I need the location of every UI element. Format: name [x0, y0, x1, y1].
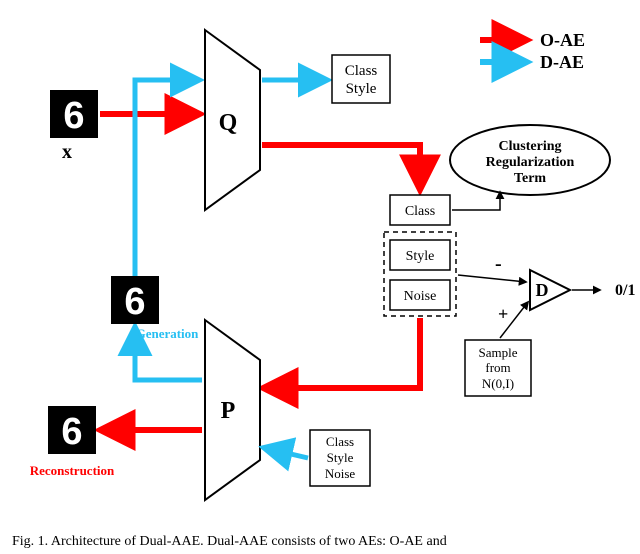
latent-style: Style	[406, 249, 435, 264]
input-label-x: x	[62, 141, 72, 163]
sample-l1: Sample	[479, 345, 518, 360]
cluster-line1: Clustering	[499, 139, 562, 154]
svg-text:6: 6	[63, 95, 84, 137]
svg-text:6: 6	[61, 411, 82, 453]
cluster-term-oval: Clustering Regularization Term	[450, 125, 610, 195]
input-image-x: 6	[50, 90, 98, 138]
arrow-neg-to-D	[458, 275, 526, 282]
discriminator-D: D	[530, 270, 570, 310]
figure-caption: Fig. 1. Architecture of Dual-AAE. Dual-A…	[12, 534, 447, 550]
arrow-Q-to-latent	[262, 145, 420, 188]
reconstruction-image: 6	[48, 406, 96, 454]
D-label: D	[536, 280, 549, 300]
sample-l2: from	[485, 360, 510, 375]
P-label: P	[221, 398, 236, 424]
p-in-l2: Style	[327, 450, 354, 465]
latent-noise: Noise	[404, 289, 437, 304]
sample-box: Sample from N(0,I)	[465, 340, 531, 396]
legend-dae-label: D-AE	[540, 52, 584, 72]
q-out-top-line1: Class	[345, 63, 378, 79]
p-in-l3: Noise	[325, 466, 356, 481]
Q-label: Q	[219, 110, 238, 136]
p-input-bottom-box: Class Style Noise	[310, 430, 370, 486]
latent-stack: Class Style Noise	[384, 195, 456, 316]
D-output: 0/1	[615, 282, 635, 299]
pos-sign: +	[498, 304, 508, 324]
decoder-P: P	[205, 320, 260, 500]
sample-l3: N(0,I)	[482, 376, 514, 391]
reconstruction-label: Reconstruction	[30, 463, 115, 478]
svg-text:6: 6	[124, 281, 145, 323]
generation-image: 6	[111, 276, 159, 324]
legend: O-AE D-AE	[480, 30, 585, 72]
legend-oae-label: O-AE	[540, 30, 585, 50]
q-out-top-line2: Style	[346, 81, 377, 97]
q-output-top-box: Class Style	[332, 55, 390, 103]
cluster-line2: Regularization	[486, 155, 575, 170]
latent-class: Class	[405, 204, 435, 219]
generation-label: Generation	[136, 326, 200, 341]
arrow-class-to-cluster	[452, 192, 500, 210]
encoder-Q: Q	[205, 30, 260, 210]
arrow-pbox-to-P	[265, 448, 308, 458]
neg-sign: -	[495, 253, 502, 275]
p-in-l1: Class	[326, 434, 354, 449]
cluster-line3: Term	[514, 171, 546, 186]
arrow-latent-to-P	[265, 318, 420, 388]
